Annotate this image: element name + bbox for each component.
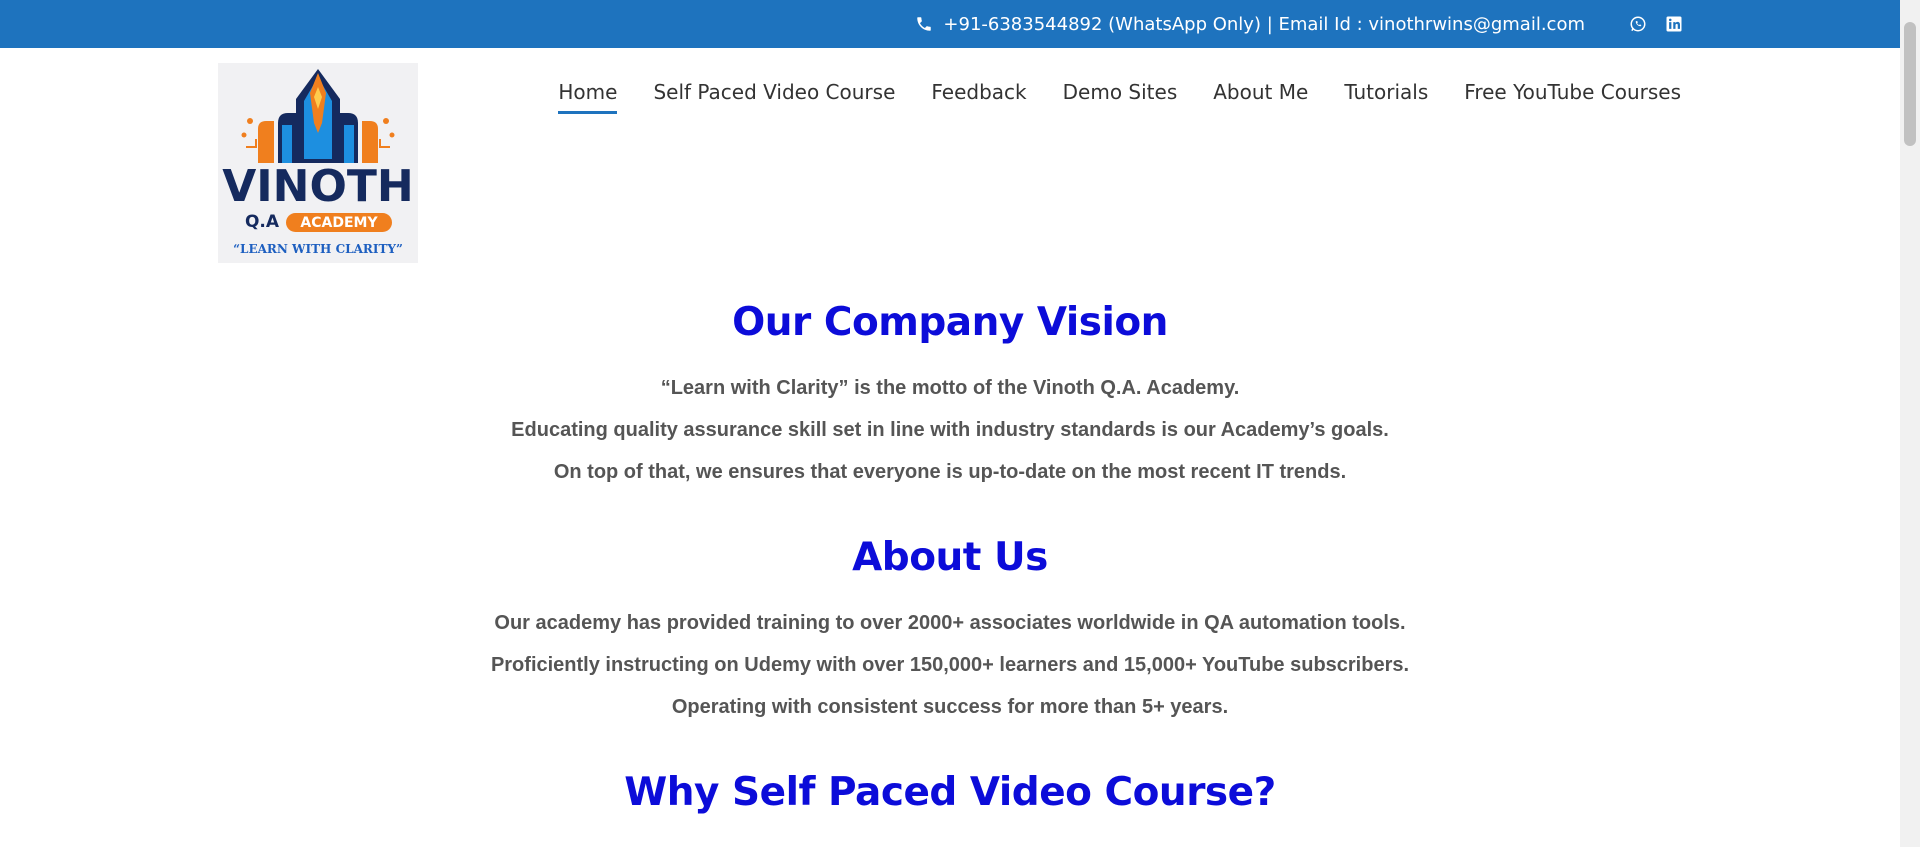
vision-line: On top of that, we ensures that everyone…: [553, 461, 1347, 483]
nav-item-tutorials[interactable]: Tutorials: [1344, 80, 1428, 114]
about-line: Proficiently instructing on Udemy with o…: [490, 654, 1410, 676]
social-links: [1629, 15, 1683, 33]
contact-info: +91-6383544892 (WhatsApp Only) | Email I…: [915, 14, 1585, 35]
why-section: Why Self Paced Video Course?: [0, 770, 1900, 815]
vision-line: “Learn with Clarity” is the motto of the…: [660, 377, 1240, 399]
site-logo[interactable]: VINOTH Q.A ACADEMY “LEARN WITH CLARITY”: [218, 63, 418, 263]
linkedin-icon[interactable]: [1665, 15, 1683, 33]
nav-item-self-paced-video-course[interactable]: Self Paced Video Course: [653, 80, 895, 114]
main-navigation: Home Self Paced Video Course Feedback De…: [558, 80, 1681, 114]
about-line: Our academy has provided training to ove…: [494, 612, 1406, 634]
phone-icon: [915, 15, 933, 33]
why-heading: Why Self Paced Video Course?: [624, 770, 1276, 815]
top-contact-bar: +91-6383544892 (WhatsApp Only) | Email I…: [0, 0, 1900, 48]
whatsapp-icon[interactable]: [1629, 15, 1647, 33]
about-heading: About Us: [852, 535, 1048, 580]
nav-item-free-youtube-courses[interactable]: Free YouTube Courses: [1464, 80, 1681, 114]
nav-item-feedback[interactable]: Feedback: [931, 80, 1026, 114]
logo-qa-text: Q.A: [245, 212, 280, 232]
vision-section: Our Company Vision “Learn with Clarity” …: [0, 300, 1900, 493]
scrollbar-thumb[interactable]: [1904, 22, 1916, 146]
logo-academy-text: ACADEMY: [300, 215, 378, 231]
vision-line: Educating quality assurance skill set in…: [511, 419, 1389, 441]
top-contact-bar-inner: +91-6383544892 (WhatsApp Only) | Email I…: [915, 0, 1683, 48]
nav-item-about-me[interactable]: About Me: [1213, 80, 1308, 114]
page-scrollbar[interactable]: [1900, 0, 1920, 847]
vision-heading: Our Company Vision: [732, 300, 1168, 345]
about-section: About Us Our academy has provided traini…: [0, 535, 1900, 728]
nav-item-demo-sites[interactable]: Demo Sites: [1063, 80, 1178, 114]
main-content: Our Company Vision “Learn with Clarity” …: [0, 290, 1900, 857]
logo-tagline-text: “LEARN WITH CLARITY”: [233, 242, 403, 256]
vinoth-qa-academy-logo: VINOTH Q.A ACADEMY “LEARN WITH CLARITY”: [218, 63, 418, 263]
logo-brand-text: VINOTH: [222, 161, 414, 212]
nav-item-home[interactable]: Home: [558, 80, 618, 114]
about-line: Operating with consistent success for mo…: [671, 696, 1229, 718]
contact-text: +91-6383544892 (WhatsApp Only) | Email I…: [943, 13, 1585, 35]
